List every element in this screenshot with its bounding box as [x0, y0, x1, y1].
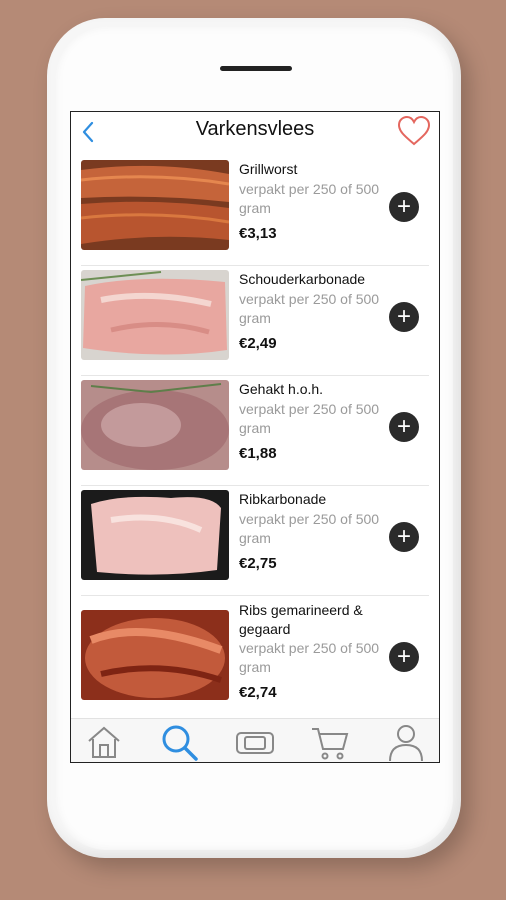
add-to-cart-button[interactable]: + — [389, 522, 419, 552]
add-to-cart-button[interactable]: + — [389, 412, 419, 442]
navigation-bar: Varkensvlees — [71, 112, 439, 152]
app-screen: Varkensvlees Grillworst verpakt per 250 … — [70, 111, 440, 763]
product-price: €2,49 — [239, 335, 277, 352]
product-image — [81, 160, 229, 250]
product-price: €3,13 — [239, 225, 277, 242]
product-subtitle: verpakt per 250 of 500 gram — [239, 401, 380, 436]
product-image — [81, 610, 229, 700]
product-image — [81, 380, 229, 470]
search-icon[interactable] — [158, 721, 200, 763]
product-price: €1,88 — [239, 445, 277, 462]
product-name: Ribs gemarineerd & gegaard — [239, 602, 363, 637]
page-title: Varkensvlees — [195, 118, 315, 140]
list-item[interactable]: Schouderkarbonade verpakt per 250 of 500… — [81, 266, 429, 376]
tab-bar — [71, 718, 439, 763]
product-subtitle: verpakt per 250 of 500 gram — [239, 181, 380, 216]
list-item[interactable]: Gehakt h.o.h. verpakt per 250 of 500 gra… — [81, 376, 429, 486]
product-name: Gehakt h.o.h. — [239, 381, 324, 397]
product-price: €2,75 — [239, 555, 277, 572]
heart-icon[interactable] — [397, 115, 431, 147]
cart-icon[interactable] — [309, 721, 351, 763]
product-price: €2,74 — [239, 684, 277, 701]
product-subtitle: verpakt per 250 of 500 gram — [239, 640, 380, 675]
list-item[interactable]: Ribs gemarineerd & gegaard verpakt per 2… — [81, 596, 429, 720]
add-to-cart-button[interactable]: + — [389, 642, 419, 672]
profile-icon[interactable] — [385, 721, 427, 763]
home-icon[interactable] — [83, 721, 125, 763]
phone-speaker — [220, 66, 292, 71]
product-image — [81, 490, 229, 580]
ticket-icon[interactable] — [234, 721, 276, 763]
add-to-cart-button[interactable]: + — [389, 192, 419, 222]
product-name: Schouderkarbonade — [239, 271, 366, 287]
product-name: Grillworst — [239, 161, 298, 177]
product-image — [81, 270, 229, 360]
add-to-cart-button[interactable]: + — [389, 302, 419, 332]
product-name: Ribkarbonade — [239, 491, 327, 507]
product-subtitle: verpakt per 250 of 500 gram — [239, 511, 380, 546]
list-item[interactable]: Ribkarbonade verpakt per 250 of 500 gram… — [81, 486, 429, 596]
product-subtitle: verpakt per 250 of 500 gram — [239, 291, 380, 326]
list-item[interactable]: Grillworst verpakt per 250 of 500 gram €… — [81, 156, 429, 266]
